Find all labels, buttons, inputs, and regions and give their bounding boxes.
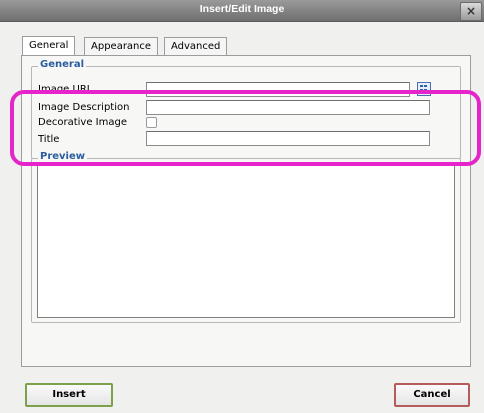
general-tab-panel: General Image URL Image Description Deco… bbox=[21, 55, 471, 367]
insert-edit-image-dialog: Insert/Edit Image × General Appearance A… bbox=[0, 0, 484, 413]
image-preview-area bbox=[37, 165, 455, 318]
image-description-label: Image Description bbox=[38, 102, 130, 113]
preview-fieldset: Preview bbox=[31, 151, 461, 323]
preview-legend: Preview bbox=[38, 151, 88, 162]
dialog-titlebar: Insert/Edit Image × bbox=[0, 0, 484, 22]
decorative-image-checkbox[interactable] bbox=[146, 117, 157, 128]
dialog-title: Insert/Edit Image bbox=[199, 3, 285, 15]
general-fieldset: General Image URL Image Description Deco… bbox=[31, 59, 461, 159]
tab-general[interactable]: General bbox=[22, 36, 76, 56]
browse-file-icon[interactable] bbox=[417, 82, 431, 96]
cancel-button[interactable]: Cancel bbox=[394, 383, 470, 407]
title-input[interactable] bbox=[146, 131, 430, 146]
tab-appearance[interactable]: Appearance bbox=[84, 37, 159, 55]
tab-advanced[interactable]: Advanced bbox=[164, 37, 228, 55]
decorative-image-label: Decorative Image bbox=[38, 117, 127, 128]
insert-button[interactable]: Insert bbox=[25, 383, 113, 407]
image-url-input[interactable] bbox=[146, 82, 410, 97]
general-legend: General bbox=[38, 59, 86, 70]
image-url-label: Image URL bbox=[38, 84, 93, 95]
close-icon[interactable]: × bbox=[460, 2, 482, 21]
title-label: Title bbox=[38, 134, 60, 145]
image-description-input[interactable] bbox=[146, 100, 430, 115]
